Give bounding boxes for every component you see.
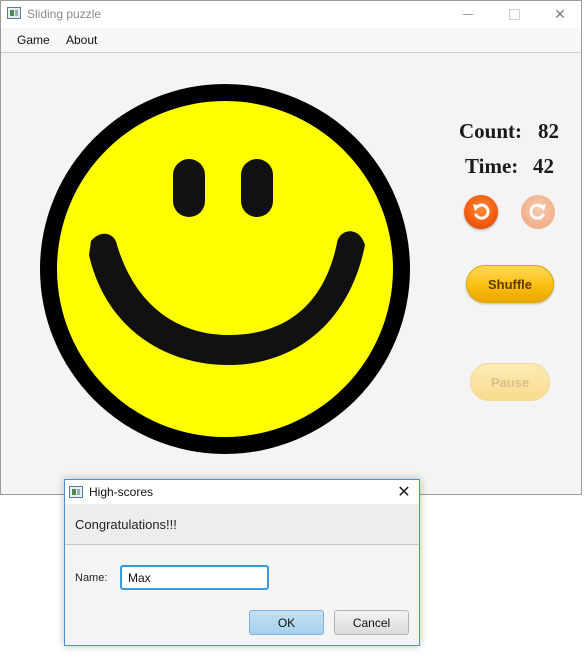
close-button[interactable]: ✕ <box>537 1 583 28</box>
congratulations-text: Congratulations!!! <box>75 517 177 532</box>
menu-bar: Game About <box>1 28 581 53</box>
undo-button[interactable] <box>464 195 498 229</box>
puzzle-board[interactable] <box>33 75 419 461</box>
time-label: Time: <box>465 154 519 178</box>
minimize-icon <box>463 14 473 15</box>
maximize-button[interactable] <box>491 1 537 28</box>
pause-button[interactable]: Pause <box>470 363 550 401</box>
cancel-button[interactable]: Cancel <box>334 610 409 635</box>
dialog-title: High-scores <box>89 485 154 499</box>
dialog-header: Congratulations!!! <box>65 504 419 545</box>
close-icon: ✕ <box>397 484 411 501</box>
menu-about[interactable]: About <box>66 33 97 47</box>
dialog-close-button[interactable]: ✕ <box>389 480 419 504</box>
dialog-title-bar[interactable]: High-scores ✕ <box>65 480 419 504</box>
maximize-icon <box>508 9 520 20</box>
title-bar[interactable]: Sliding puzzle ✕ <box>1 1 581 28</box>
count-label: Count: <box>459 119 523 143</box>
count-value: 82 <box>538 119 559 143</box>
app-icon <box>7 7 21 19</box>
right-eye <box>241 159 273 217</box>
minimize-button[interactable] <box>445 1 491 28</box>
main-window: Sliding puzzle ✕ Game About Count: 82 Ti… <box>0 0 582 495</box>
shuffle-button[interactable]: Shuffle <box>466 265 554 303</box>
undo-icon <box>473 203 490 220</box>
close-icon: ✕ <box>554 6 566 22</box>
redo-button[interactable] <box>521 195 555 229</box>
menu-game[interactable]: Game <box>17 33 50 47</box>
dialog-app-icon <box>69 486 83 498</box>
redo-icon <box>529 203 546 220</box>
ok-button[interactable]: OK <box>249 610 324 635</box>
window-title: Sliding puzzle <box>27 7 102 21</box>
name-label: Name: <box>75 572 108 584</box>
name-input[interactable] <box>120 565 269 590</box>
time-value: 42 <box>533 154 554 178</box>
left-eye <box>173 159 205 217</box>
high-scores-dialog: High-scores ✕ Congratulations!!! Name: O… <box>64 479 420 646</box>
